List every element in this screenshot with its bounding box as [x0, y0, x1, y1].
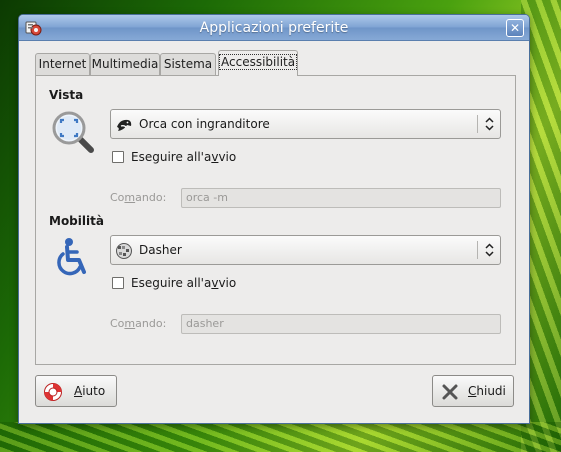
preferred-applications-window: Applicazioni preferite ✕ Internet Multim…: [18, 14, 530, 424]
combo-arrows-icon: [485, 243, 494, 257]
orca-whale-icon: [117, 119, 132, 131]
vista-heading: Vista: [49, 88, 84, 102]
vista-run-at-startup[interactable]: Eseguire all'avvio: [112, 149, 312, 165]
dasher-icon: [116, 243, 132, 259]
vista-command-label: Comando:: [110, 191, 167, 204]
close-button-label: Chiudi: [468, 384, 506, 398]
mobilita-run-at-startup-label: Eseguire all'avvio: [131, 276, 237, 290]
tab-sistema[interactable]: Sistema: [160, 53, 216, 75]
mobilita-command-label: Comando:: [110, 317, 167, 330]
wheelchair-icon: [57, 238, 86, 276]
combo-separator: [477, 241, 478, 259]
mobilita-application-select[interactable]: Dasher: [110, 235, 501, 265]
tab-accessibilita[interactable]: Accessibilità: [218, 50, 298, 76]
accessibility-panel: Vista Orca con ingranditore Eseguire all…: [35, 75, 516, 365]
mobilita-heading: Mobilità: [49, 214, 104, 228]
mobilita-run-at-startup-checkbox[interactable]: [112, 277, 124, 289]
help-button[interactable]: Aiuto: [35, 375, 117, 407]
close-window-button[interactable]: ✕: [506, 19, 524, 37]
tab-multimedia[interactable]: Multimedia: [90, 53, 160, 75]
desktop-wallpaper-grass: [0, 422, 561, 452]
vista-selected-value: Orca con ingranditore: [139, 117, 270, 131]
vista-command-field[interactable]: orca -m: [181, 188, 501, 208]
combo-separator: [477, 115, 478, 133]
close-x-icon: [442, 384, 458, 400]
tab-internet[interactable]: Internet: [35, 53, 90, 75]
vista-run-at-startup-label: Eseguire all'avvio: [131, 150, 237, 164]
magnifier-icon: [52, 111, 94, 153]
close-button[interactable]: Chiudi: [432, 375, 514, 407]
tab-accessibilita-label: Accessibilità: [219, 54, 298, 70]
mobilita-run-at-startup[interactable]: Eseguire all'avvio: [112, 275, 312, 291]
help-button-label: Aiuto: [74, 384, 106, 398]
vista-application-select[interactable]: Orca con ingranditore: [110, 109, 501, 139]
lifebuoy-icon: [44, 383, 62, 401]
titlebar[interactable]: Applicazioni preferite ✕: [19, 15, 529, 41]
combo-arrows-icon: [485, 117, 494, 131]
window-title: Applicazioni preferite: [199, 20, 349, 36]
mobilita-selected-value: Dasher: [139, 243, 182, 257]
mobilita-command-field[interactable]: dasher: [181, 314, 501, 334]
vista-run-at-startup-checkbox[interactable]: [112, 151, 124, 163]
